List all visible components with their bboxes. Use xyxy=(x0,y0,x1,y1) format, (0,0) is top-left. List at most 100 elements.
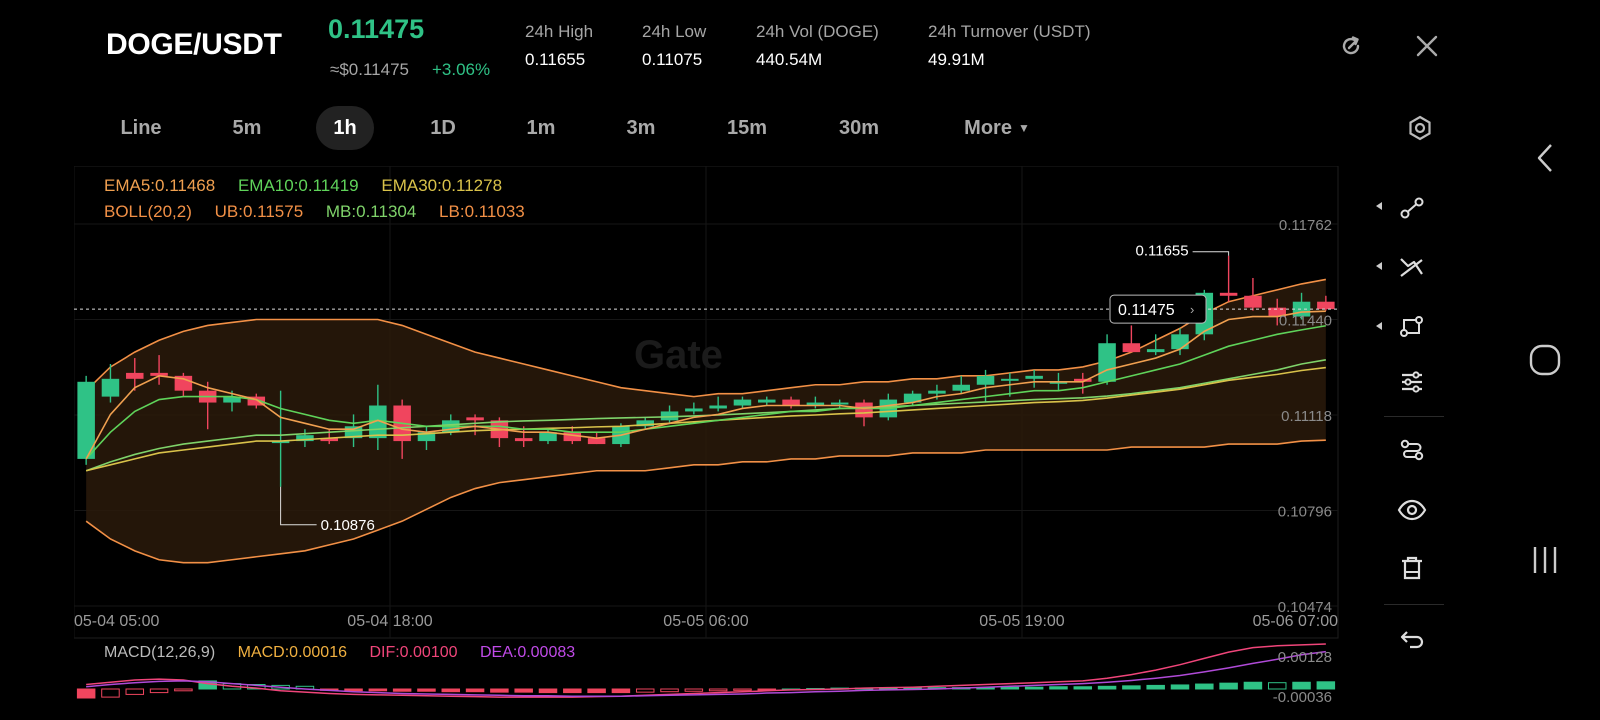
trend-line-tool-icon[interactable] xyxy=(1390,246,1434,290)
stat-label: 24h Vol (DOGE) xyxy=(756,22,879,41)
macd-histogram-bar xyxy=(1049,686,1068,690)
macd-title: MACD(12,26,9) xyxy=(104,644,216,661)
macd-histogram-bar xyxy=(1219,682,1238,690)
nav-back-icon[interactable] xyxy=(1520,138,1570,178)
candle-body xyxy=(782,399,800,406)
macd-histogram-bar xyxy=(174,688,193,692)
tab-1m[interactable]: 1m xyxy=(512,106,570,150)
boll-title: BOLL(20,2) xyxy=(104,202,192,221)
macd-histogram-bar xyxy=(344,688,363,692)
macd-histogram-bar xyxy=(1170,684,1190,690)
candle-body xyxy=(855,402,873,418)
ema5-value: EMA5:0.11468 xyxy=(104,176,216,195)
boll-ub-value: UB:0.11575 xyxy=(214,202,304,221)
expand-triangle-icon xyxy=(1376,202,1382,210)
macd-histogram-bar xyxy=(1316,681,1336,690)
delete-trash-icon[interactable] xyxy=(1390,546,1434,590)
macd-histogram-bar xyxy=(538,688,558,694)
tab-line[interactable]: Line xyxy=(110,106,172,150)
price-axis-label: 0.11762 xyxy=(1279,217,1332,234)
macd-histogram-bar xyxy=(611,688,631,694)
tab-5m[interactable]: 5m xyxy=(218,106,276,150)
macd-histogram-bar xyxy=(368,688,388,692)
undo-icon[interactable] xyxy=(1390,616,1434,660)
ema10-value: EMA10:0.11419 xyxy=(237,176,359,195)
macd-histogram-bar xyxy=(441,688,461,693)
candle-body xyxy=(709,405,727,409)
line-segment-tool-icon[interactable] xyxy=(1390,186,1434,230)
candle-body xyxy=(587,438,606,445)
current-price-label: 0.11475 xyxy=(1118,302,1175,319)
change-percent: +3.06% xyxy=(432,60,491,79)
candle-body xyxy=(1146,349,1165,353)
tab-30m[interactable]: 30m xyxy=(828,106,890,150)
stat-value: 49.91M xyxy=(928,50,985,69)
stat-value: 440.54M xyxy=(756,50,823,69)
nav-home-icon[interactable] xyxy=(1520,340,1570,380)
macd-histogram-bar xyxy=(708,688,728,692)
visibility-eye-icon[interactable] xyxy=(1390,488,1434,532)
toolbar-divider xyxy=(1384,416,1444,417)
indicator-settings-icon[interactable] xyxy=(1390,360,1434,404)
macd-histogram-bar xyxy=(1146,684,1165,690)
candle-body xyxy=(1098,343,1116,382)
macd-histogram-bar xyxy=(392,688,412,692)
tab-more[interactable]: More ▼ xyxy=(952,106,1042,150)
macd-histogram-bar xyxy=(76,688,96,699)
candle-body xyxy=(976,375,995,385)
kline-chart-svg[interactable]: Gate 0.11655 0.10876 0.11475 › 0.11762 0.114… xyxy=(73,165,1374,720)
candle xyxy=(1122,325,1141,353)
macd-axis-bottom-label: -0.00036 xyxy=(1273,689,1332,706)
tab-more-label: More xyxy=(964,116,1012,139)
continuous-draw-icon[interactable] xyxy=(1390,428,1434,472)
kline-chart[interactable]: Gate 0.11655 0.10876 0.11475 › 0.11762 0.114… xyxy=(73,165,1470,720)
stat-label: 24h High xyxy=(525,22,594,41)
current-price-arrow-icon: › xyxy=(1190,302,1194,317)
tab-1h[interactable]: 1h xyxy=(316,106,374,150)
macd-histogram-bar xyxy=(125,688,145,695)
time-axis-label: 05-05 19:00 xyxy=(979,613,1065,630)
nav-recents-icon[interactable] xyxy=(1520,540,1570,580)
gate-watermark: Gate xyxy=(634,333,723,377)
macd-legend: MACD(12,26,9) MACD:0.00016 DIF:0.00100 D… xyxy=(104,644,593,662)
approx-usd-price: ≈$0.11475 xyxy=(330,60,409,79)
candle xyxy=(1219,255,1238,302)
stat-value: 0.11655 xyxy=(525,50,586,69)
refresh-icon[interactable] xyxy=(1335,30,1367,62)
candle-body xyxy=(1025,375,1043,379)
stat-24h-volume: 24h Vol (DOGE) 440.54M xyxy=(756,22,879,70)
boll-mb-value: MB:0.11304 xyxy=(325,202,417,221)
time-axis-label: 05-05 06:00 xyxy=(663,613,749,630)
ticker-header: DOGE/USDT 0.11475 ≈$0.11475 +3.06% 24h H… xyxy=(0,0,1480,90)
boll-legend: BOLL(20,2) UB:0.11575 MB:0.11304 LB:0.11… xyxy=(104,202,543,222)
price-axis-label: 0.10796 xyxy=(1278,504,1332,521)
high-marker-line xyxy=(1192,251,1230,256)
candle-body xyxy=(685,408,703,412)
pair-title[interactable]: DOGE/USDT xyxy=(106,28,282,62)
shape-tool-icon[interactable] xyxy=(1390,304,1434,348)
candle-body xyxy=(1244,295,1262,308)
close-icon[interactable] xyxy=(1411,30,1443,62)
ema-legend: EMA5:0.11468 EMA10:0.11419 EMA30:0.11278 xyxy=(104,176,520,196)
macd-histogram-bar xyxy=(684,688,704,692)
tab-1d[interactable]: 1D xyxy=(414,106,472,150)
tab-3m[interactable]: 3m xyxy=(612,106,670,150)
candle-body xyxy=(952,384,970,391)
boll-lb-value: LB:0.11033 xyxy=(439,202,525,221)
expand-triangle-icon xyxy=(1376,262,1382,270)
price-axis-label: 0.11118 xyxy=(1281,408,1332,425)
macd-histogram-bar xyxy=(563,688,582,694)
chart-settings-icon[interactable] xyxy=(1404,112,1436,144)
candle-body xyxy=(1122,343,1141,353)
macd-histogram-bar xyxy=(1292,681,1311,690)
candle-body xyxy=(1001,378,1019,381)
candle-body xyxy=(830,402,849,405)
macd-histogram-bar xyxy=(1195,683,1214,690)
tab-15m[interactable]: 15m xyxy=(716,106,778,150)
stat-24h-high: 24h High 0.11655 xyxy=(525,22,593,70)
macd-histogram-bar xyxy=(490,688,509,693)
macd-histogram-bar xyxy=(1097,685,1117,690)
macd-histogram-bar xyxy=(1122,685,1141,690)
candle-body xyxy=(126,372,144,379)
candle-body xyxy=(928,390,946,394)
